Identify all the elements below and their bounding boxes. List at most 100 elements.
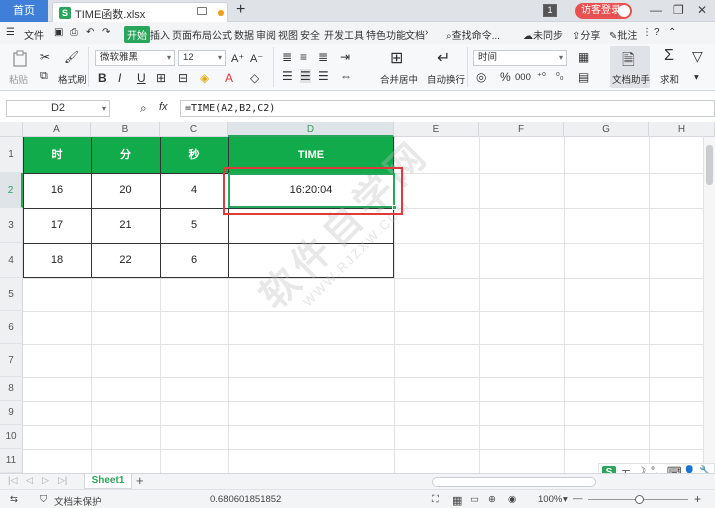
normal-view-icon[interactable]: ▦ [452,494,462,507]
align-left-icon[interactable]: ☰ [282,69,293,83]
column-header-h[interactable]: H [649,122,715,137]
cell-a4[interactable]: 18 [23,243,91,278]
cell-b2[interactable]: 20 [91,173,160,208]
zoom-level[interactable]: 100% [538,494,562,505]
indent-icon[interactable]: ⇥ [340,50,350,64]
zoom-out-button[interactable]: — [573,493,583,504]
align-top-icon[interactable]: ≣ [282,50,292,64]
row-header-9[interactable]: 9 [0,401,23,425]
cell-d4[interactable] [228,243,394,278]
macro-icon[interactable]: ⇆ [10,494,18,505]
next-sheet-icon[interactable]: ▷ [42,475,49,486]
align-bottom-icon[interactable]: ≣ [318,50,328,64]
row-header-1[interactable]: 1 [0,137,23,173]
paste-icon[interactable] [11,50,29,68]
row-header-3[interactable]: 3 [0,208,23,243]
column-header-c[interactable]: C [160,122,228,137]
tab-formulas[interactable]: 公式 [212,27,232,42]
sum-button[interactable]: 求和 [660,72,679,86]
collapse-ribbon-icon[interactable]: ⌃ [668,27,676,38]
currency-icon[interactable]: ◎ [476,70,486,84]
cut-icon[interactable]: ✂ [40,50,50,64]
tab-features[interactable]: 特色功能 [366,27,406,42]
bold-button[interactable]: B [98,71,107,85]
help-icon[interactable]: ? [654,27,660,38]
window-count-badge[interactable]: 1 [543,4,557,17]
tab-view[interactable]: 视图 [278,27,298,42]
row-header-4[interactable]: 4 [0,243,23,278]
cell-c2[interactable]: 4 [160,173,228,208]
font-size-dropdown[interactable]: 12 ▾ [178,50,226,66]
font-color-icon[interactable]: A [225,71,233,85]
column-header-f[interactable]: F [479,122,564,137]
cell-c3[interactable]: 5 [160,208,228,243]
protection-status[interactable]: 文档未保护 [54,494,102,508]
new-tab-button[interactable]: + [236,1,245,19]
cell-c4[interactable]: 6 [160,243,228,278]
undo-icon[interactable]: ↶ [86,27,94,38]
formula-input[interactable]: =TIME(A2,B2,C2) [180,100,715,117]
share-button[interactable]: ⇪分享 [572,27,600,42]
visitor-login-button[interactable]: 访客登录 [575,3,632,19]
zoom-in-button[interactable]: + [694,492,701,506]
search-command-button[interactable]: ⌕查找命令... [446,27,500,42]
menu-file[interactable]: 文件 [24,27,44,42]
underline-button[interactable]: U [137,71,146,85]
cell-c1[interactable]: 秒 [160,137,228,173]
cell-a2[interactable]: 16 [23,173,91,208]
save-icon[interactable]: ▣ [54,27,63,38]
tab-insert[interactable]: 插入 [150,27,170,42]
column-header-d[interactable]: D [228,122,394,137]
font-name-dropdown[interactable]: 微软雅黑 ▾ [95,50,175,66]
row-header-6[interactable]: 6 [0,311,23,344]
doc-helper-button[interactable]: 🗎 文档助手 [610,46,650,88]
format-painter-button[interactable]: 格式刷 [58,72,87,86]
zoom-search-icon[interactable]: ⌕ [140,101,147,116]
column-header-b[interactable]: B [91,122,160,137]
hamburger-icon[interactable]: ☰ [6,27,15,38]
close-button[interactable]: ✕ [697,3,707,17]
minimize-button[interactable]: — [650,3,662,17]
sum-icon[interactable]: Σ [664,47,674,65]
chevron-right-icon[interactable]: › [425,27,428,38]
filter-more-icon[interactable]: ▾ [694,72,699,83]
first-sheet-icon[interactable]: |◁ [8,475,17,486]
print-icon[interactable]: ⎙ [70,27,78,38]
horizontal-scrollbar[interactable] [432,477,596,487]
align-right-icon[interactable]: ☰ [318,69,329,83]
row-header-7[interactable]: 7 [0,344,23,377]
row-header-5[interactable]: 5 [0,278,23,311]
tab-home[interactable]: 首页 [0,0,48,22]
name-box[interactable]: D2 ▾ [6,100,110,117]
maximize-button[interactable]: ❐ [673,3,684,17]
border-icon[interactable]: ⊞ [156,71,166,85]
tab-page-layout[interactable]: 页面布局 [172,27,212,42]
conditional-format-icon[interactable]: ▦ [578,50,589,64]
page-break-icon[interactable]: ⊕ [488,494,496,505]
fullscreen-icon[interactable]: ⛶ [432,494,439,505]
filter-icon[interactable]: ▽ [692,48,703,65]
clear-format-icon[interactable]: ◇ [250,71,259,85]
insert-function-button[interactable]: fx [159,101,168,113]
increase-decimal-icon[interactable]: ⁺⁰ [537,71,546,82]
merge-center-icon[interactable]: ⊞ [390,48,403,68]
vertical-scrollbar-thumb[interactable] [706,145,713,185]
zoom-slider-knob[interactable] [635,495,644,504]
copy-icon[interactable]: ⧉ [40,70,48,83]
chevron-down-icon[interactable]: ▾ [563,494,568,505]
last-sheet-icon[interactable]: ▷| [58,475,67,486]
reading-mode-icon[interactable]: ◉ [508,494,516,505]
decrease-decimal-icon[interactable]: ⁰₀ [556,71,564,82]
tab-start[interactable]: 开始 [124,26,150,43]
cell-a3[interactable]: 17 [23,208,91,243]
prev-sheet-icon[interactable]: ◁ [26,475,33,486]
distribute-icon[interactable]: ⇔ [340,69,352,83]
align-middle-icon[interactable]: ≡ [300,50,307,64]
add-sheet-button[interactable]: + [136,473,144,488]
cell-b1[interactable]: 分 [91,137,160,173]
format-painter-icon[interactable]: 🖌 [64,50,79,64]
monitor-icon[interactable] [197,7,207,15]
column-header-a[interactable]: A [23,122,91,137]
table-style-icon[interactable]: ▤ [578,70,589,84]
tab-security[interactable]: 安全 [300,27,320,42]
